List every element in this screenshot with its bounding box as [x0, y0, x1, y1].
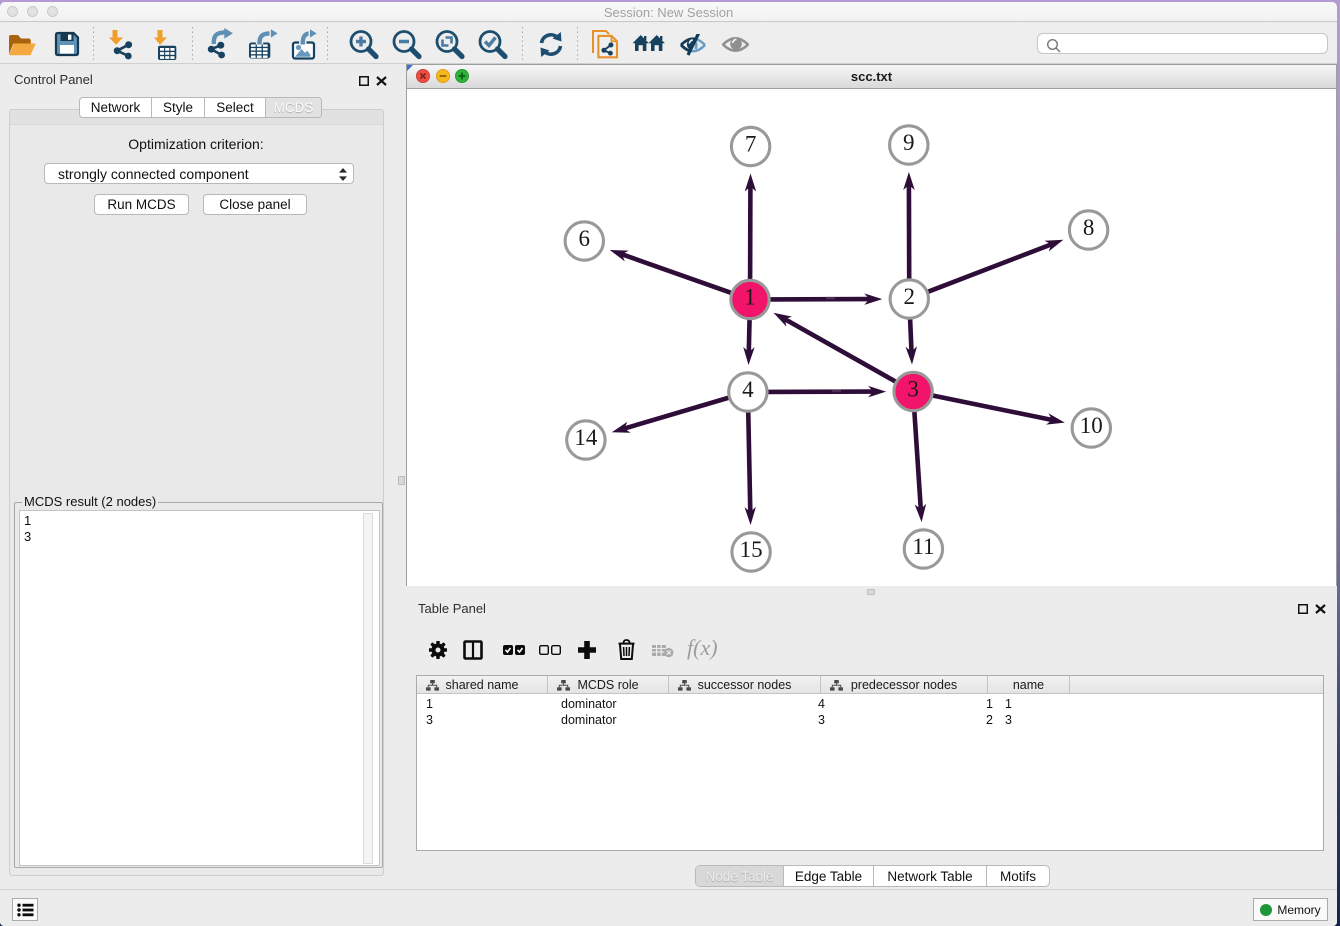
svg-text:15: 15	[740, 537, 763, 562]
svg-text:14: 14	[574, 425, 598, 450]
svg-text:1: 1	[744, 285, 756, 310]
svg-text:7: 7	[745, 132, 757, 157]
svg-text:3: 3	[907, 377, 919, 402]
svg-text:11: 11	[912, 534, 934, 559]
svg-text:2: 2	[904, 284, 916, 309]
svg-text:10: 10	[1080, 413, 1103, 438]
svg-text:6: 6	[579, 226, 591, 251]
svg-text:9: 9	[903, 130, 915, 155]
svg-text:4: 4	[742, 377, 754, 402]
svg-text:8: 8	[1083, 215, 1095, 240]
